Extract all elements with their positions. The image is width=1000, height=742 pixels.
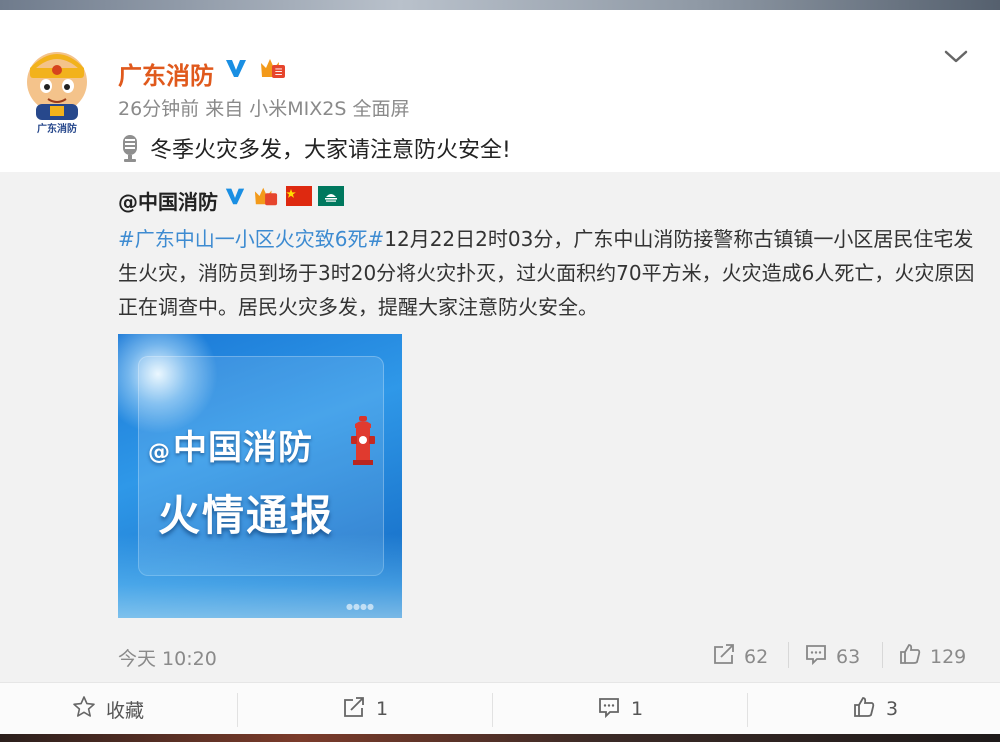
action-divider (237, 693, 238, 727)
comment-count: 1 (631, 698, 644, 720)
comment-button[interactable]: 1 (597, 683, 643, 735)
post-time: 26分钟前 (118, 98, 200, 120)
image-watermark: ●●●● (346, 602, 374, 611)
repost-share-stat[interactable]: 62 (712, 642, 768, 671)
thumbs-up-icon (898, 642, 922, 671)
post-action-bar: 收藏 1 1 3 (0, 682, 1000, 734)
stat-divider (882, 642, 883, 668)
weibo-post-card: 广东消防 广东消防 ☰ 26分钟前 来自 小米MIX2S 全面屏 冬季火灾多发，… (0, 10, 1000, 734)
action-divider (747, 693, 748, 727)
post-meta: 26分钟前 来自 小米MIX2S 全面屏 (118, 94, 409, 121)
repost-author-name[interactable]: @中国消防 (118, 186, 218, 215)
star-outline-icon (72, 695, 96, 724)
thumbs-up-icon (852, 695, 876, 724)
repost-button[interactable]: 1 (342, 683, 388, 735)
post-source[interactable]: 来自 小米MIX2S 全面屏 (205, 98, 409, 120)
fire-hydrant-icon (350, 416, 376, 466)
repost-author-badges (224, 184, 344, 212)
stat-divider (788, 642, 789, 668)
author-avatar[interactable]: 广东消防 (22, 44, 92, 135)
topic-hashtag-link[interactable]: #广东中山一小区火灾致6死# (118, 227, 384, 251)
verified-v-icon (224, 56, 248, 80)
post-author-name[interactable]: 广东消防 (118, 56, 214, 91)
repost-stats: 62 63 129 (0, 642, 1000, 670)
microphone-icon (118, 133, 142, 163)
repost-text: #广东中山一小区火灾致6死#12月22日2时03分，广东中山消防接警称古镇镇一小… (118, 222, 978, 324)
favorite-label: 收藏 (106, 699, 145, 722)
image-title-line: @中国消防 (148, 428, 313, 468)
repost-comment-count: 63 (836, 645, 861, 668)
repost-like-stat[interactable]: 129 (898, 642, 966, 671)
comment-bubble-icon (597, 695, 621, 724)
like-button[interactable]: 3 (852, 683, 898, 735)
repost-like-count: 129 (930, 645, 967, 668)
macau-flag-icon (318, 186, 344, 210)
action-divider (492, 693, 493, 727)
crown-badge-icon: ☰ (258, 55, 288, 81)
verified-v-icon (224, 185, 246, 211)
image-subtitle-line: 火情通报 (158, 491, 335, 540)
repost-comment-stat[interactable]: 63 (804, 642, 860, 671)
favorite-button[interactable]: 收藏 (72, 683, 144, 735)
top-edge-strip (0, 0, 1000, 10)
bottom-edge-strip (0, 734, 1000, 742)
crown-badge-icon (252, 184, 280, 212)
avatar-caption: 广东消防 (37, 122, 77, 134)
comment-bubble-icon (804, 642, 828, 671)
china-flag-icon (286, 186, 312, 210)
repost-share-count: 62 (744, 645, 769, 668)
reposted-content[interactable]: @中国消防 #广东中山一小区火灾致6死#12月22日2时03分，广东中山消防接警… (0, 172, 1000, 682)
post-text-content: 冬季火灾多发，大家请注意防火安全! (150, 138, 511, 163)
like-count: 3 (886, 698, 899, 720)
share-arrow-icon (342, 695, 366, 724)
repost-count: 1 (376, 698, 389, 720)
share-arrow-icon (712, 642, 736, 671)
chevron-down-icon[interactable] (942, 48, 970, 66)
svg-text:☰: ☰ (274, 68, 282, 78)
fire-report-image[interactable]: @中国消防 火情通报 ●●●● (118, 334, 402, 618)
post-text: 冬季火灾多发，大家请注意防火安全! (118, 132, 511, 164)
